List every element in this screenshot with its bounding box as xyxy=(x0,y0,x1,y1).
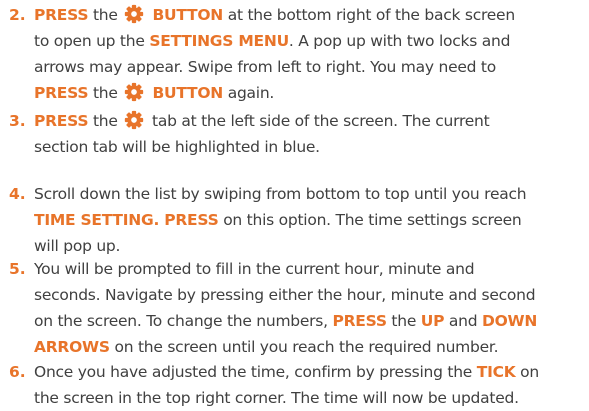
emphasized-keyword: BUTTON xyxy=(147,6,224,24)
step-text: PRESS the tab at the left side of the sc… xyxy=(34,108,587,160)
step-number: 3. xyxy=(9,112,26,130)
instruction-document: 2. PRESS the BUTTON at the bottom right o… xyxy=(0,0,589,407)
gear-icon xyxy=(124,110,144,130)
emphasized-keyword: PRESS xyxy=(34,112,89,130)
step-text-line: TIME SETTING. PRESS on this option. The … xyxy=(34,207,587,233)
text-segment: arrows may appear. Swipe from left to ri… xyxy=(34,58,496,76)
gear-icon xyxy=(124,4,144,24)
text-segment: the xyxy=(88,84,123,102)
text-segment: seconds. Navigate by pressing either the… xyxy=(34,286,536,304)
step-text-line: arrows may appear. Swipe from left to ri… xyxy=(34,54,587,80)
text-segment: to open up the xyxy=(34,32,150,50)
step-number: 6. xyxy=(9,363,26,381)
text-segment: on the screen until you reach the requir… xyxy=(109,338,499,356)
step-text-line: seconds. Navigate by pressing either the… xyxy=(34,282,587,308)
text-segment: the screen in the top right corner. The … xyxy=(34,389,519,407)
emphasized-keyword: BUTTON xyxy=(147,84,224,102)
step-text-line: section tab will be highlighted in blue. xyxy=(34,134,587,160)
text-segment: and xyxy=(444,312,483,330)
text-segment: on this option. The time settings screen xyxy=(218,211,522,229)
step-text-line: Scroll down the list by swiping from bot… xyxy=(34,181,587,207)
text-segment: on xyxy=(515,363,539,381)
step-number: 4. xyxy=(9,185,26,203)
text-segment: Once you have adjusted the time, confirm… xyxy=(34,363,477,381)
text-segment: the xyxy=(386,312,421,330)
text-segment: tab at the left side of the screen. The … xyxy=(147,112,490,130)
step-text-line: the screen in the top right corner. The … xyxy=(34,385,587,411)
step-text: You will be prompted to fill in the curr… xyxy=(34,256,587,360)
step-text-line: ARROWS on the screen until you reach the… xyxy=(34,334,587,360)
step-text: Once you have adjusted the time, confirm… xyxy=(34,359,587,411)
step-text-line: to open up the SETTINGS MENU. A pop up w… xyxy=(34,28,587,54)
emphasized-keyword: UP xyxy=(420,312,445,330)
emphasized-keyword: SETTINGS MENU xyxy=(149,32,289,50)
emphasized-keyword: DOWN xyxy=(482,312,538,330)
text-segment: section tab will be highlighted in blue. xyxy=(34,138,320,156)
step-text-line: Once you have adjusted the time, confirm… xyxy=(34,359,587,385)
text-segment: You will be prompted to fill in the curr… xyxy=(34,260,475,278)
emphasized-keyword: TIME SETTING. PRESS xyxy=(34,211,219,229)
emphasized-keyword: ARROWS xyxy=(34,338,110,356)
emphasized-keyword: TICK xyxy=(476,363,516,381)
step-text: Scroll down the list by swiping from bot… xyxy=(34,181,587,259)
text-segment: . A pop up with two locks and xyxy=(288,32,511,50)
step-text-line: PRESS the BUTTON at the bottom right of … xyxy=(34,2,587,28)
gear-icon xyxy=(124,82,144,102)
text-segment: on the screen. To change the numbers, xyxy=(34,312,333,330)
emphasized-keyword: PRESS xyxy=(332,312,387,330)
text-segment: the xyxy=(88,6,123,24)
text-segment: at the bottom right of the back screen xyxy=(223,6,515,24)
step-text-line: You will be prompted to fill in the curr… xyxy=(34,256,587,282)
text-segment: Scroll down the list by swiping from bot… xyxy=(34,185,527,203)
emphasized-keyword: PRESS xyxy=(34,6,89,24)
text-segment: will pop up. xyxy=(34,237,121,255)
step-number: 5. xyxy=(9,260,26,278)
emphasized-keyword: PRESS xyxy=(34,84,89,102)
step-text-line: PRESS the BUTTON again. xyxy=(34,80,587,106)
text-segment: the xyxy=(88,112,123,130)
step-number: 2. xyxy=(9,6,26,24)
step-text-line: PRESS the tab at the left side of the sc… xyxy=(34,108,587,134)
step-text-line: on the screen. To change the numbers, PR… xyxy=(34,308,587,334)
text-segment: again. xyxy=(223,84,275,102)
step-text: PRESS the BUTTON at the bottom right of … xyxy=(34,2,587,106)
